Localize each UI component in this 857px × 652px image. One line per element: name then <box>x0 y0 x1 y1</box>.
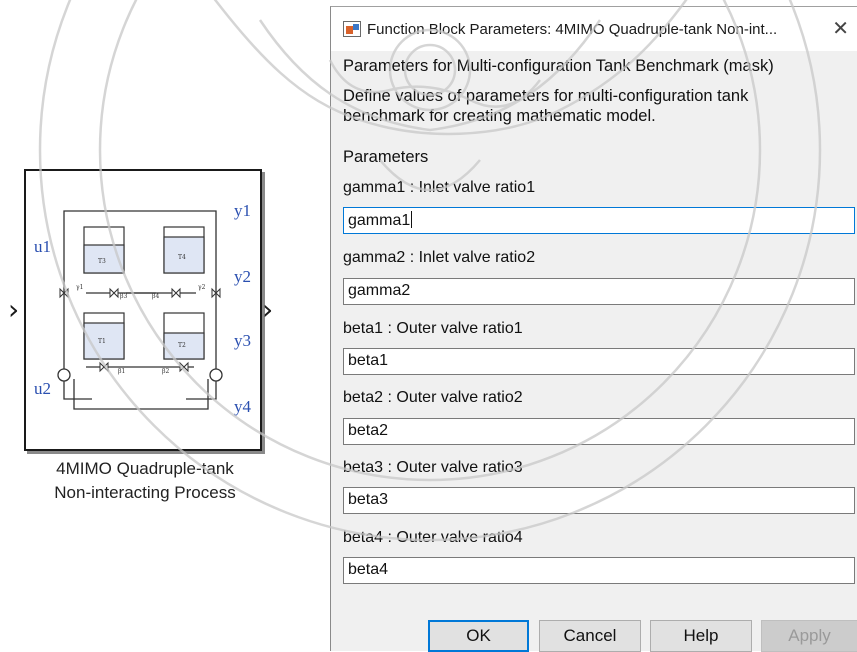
beta2-input[interactable]: beta2 <box>343 418 855 445</box>
block-caption-line1: 4MIMO Quadruple-tank <box>56 459 234 478</box>
description-line2: benchmark for creating mathematic model. <box>343 107 656 125</box>
valve-label: γ1 <box>76 284 83 291</box>
gamma1-value: gamma1 <box>348 212 411 229</box>
gamma1-input[interactable]: gamma1 <box>343 207 855 234</box>
gamma2-value: gamma2 <box>348 282 411 299</box>
beta3-input[interactable]: beta3 <box>343 487 855 514</box>
tank-t3-label: T3 <box>98 258 106 265</box>
beta1-value: beta1 <box>348 352 389 369</box>
beta4-value: beta4 <box>348 561 389 578</box>
param-label-gamma2: gamma2 : Inlet valve ratio2 <box>343 249 536 266</box>
output-arrow-icon: › <box>262 293 274 326</box>
valve-label: β4 <box>152 293 159 300</box>
apply-button[interactable]: Apply <box>761 620 857 652</box>
tank-t4-label: T4 <box>178 254 186 261</box>
tank-t2-label: T2 <box>178 342 186 349</box>
parameters-section-label: Parameters <box>343 148 429 166</box>
help-button[interactable]: Help <box>650 620 752 652</box>
param-label-beta4: beta4 : Outer valve ratio4 <box>343 529 523 546</box>
output-port-y4: y4 <box>234 397 251 416</box>
output-port-y2: y2 <box>234 267 251 286</box>
input-arrow-icon: › <box>8 293 20 326</box>
description-line1: Define values of parameters for multi-co… <box>343 87 749 105</box>
beta4-input[interactable]: beta4 <box>343 557 855 584</box>
block-caption-line2: Non-interacting Process <box>54 483 236 502</box>
param-label-beta3: beta3 : Outer valve ratio3 <box>343 459 523 476</box>
beta2-value: beta2 <box>348 422 389 439</box>
tank-t1-label: T1 <box>98 338 106 345</box>
function-block-parameters-dialog: Function Block Parameters: 4MIMO Quadrup… <box>330 6 857 652</box>
simulink-block[interactable]: T3 T4 T1 T2 γ1 β3 β4 γ2 β1 β2 u1 u2 y1 y… <box>24 169 262 451</box>
input-port-u1: u1 <box>34 237 51 256</box>
cancel-button[interactable]: Cancel <box>539 620 641 652</box>
close-icon[interactable]: ✕ <box>832 16 849 40</box>
input-port-u2: u2 <box>34 379 51 398</box>
valve-label: β2 <box>162 368 169 375</box>
dialog-titlebar[interactable]: Function Block Parameters: 4MIMO Quadrup… <box>331 7 857 51</box>
text-caret <box>411 211 413 228</box>
mask-heading: Parameters for Multi-configuration Tank … <box>343 57 774 75</box>
gamma2-input[interactable]: gamma2 <box>343 278 855 305</box>
block-caption: 4MIMO Quadruple-tank Non-interacting Pro… <box>0 457 290 505</box>
param-label-beta2: beta2 : Outer valve ratio2 <box>343 389 523 406</box>
output-port-y1: y1 <box>234 201 251 220</box>
param-label-gamma1: gamma1 : Inlet valve ratio1 <box>343 179 536 196</box>
output-port-y3: y3 <box>234 331 251 350</box>
quadruple-tank-diagram: T3 T4 T1 T2 γ1 β3 β4 γ2 β1 β2 <box>57 210 223 410</box>
beta3-value: beta3 <box>348 491 389 508</box>
beta1-input[interactable]: beta1 <box>343 348 855 375</box>
valve-label: γ2 <box>198 284 206 291</box>
dialog-title: Function Block Parameters: 4MIMO Quadrup… <box>367 20 778 38</box>
ok-button[interactable]: OK <box>428 620 529 652</box>
valve-label: β1 <box>118 368 125 375</box>
param-label-beta1: beta1 : Outer valve ratio1 <box>343 320 523 337</box>
valve-label: β3 <box>120 293 127 300</box>
simulink-app-icon <box>343 21 361 37</box>
